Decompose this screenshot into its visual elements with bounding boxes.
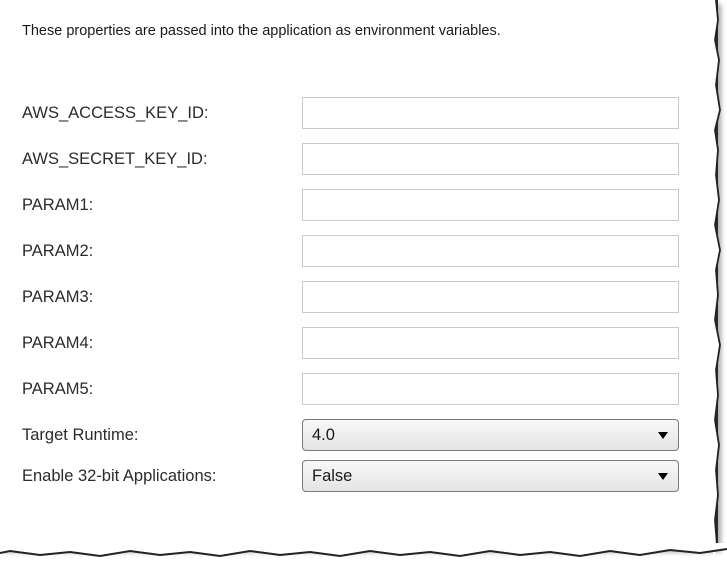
torn-edge-right bbox=[713, 0, 721, 567]
panel-description: These properties are passed into the app… bbox=[22, 23, 501, 39]
chevron-down-icon bbox=[658, 473, 668, 480]
param4-input[interactable] bbox=[302, 327, 679, 359]
enable-32bit-select[interactable]: False bbox=[302, 460, 679, 492]
param5-label: PARAM5: bbox=[22, 380, 94, 398]
aws-secret-key-id-input[interactable] bbox=[302, 143, 679, 175]
param3-input[interactable] bbox=[302, 281, 679, 313]
enable-32bit-label: Enable 32-bit Applications: bbox=[22, 467, 217, 485]
properties-panel: These properties are passed into the app… bbox=[0, 0, 718, 548]
target-runtime-select[interactable]: 4.0 bbox=[302, 419, 679, 451]
aws-access-key-id-label: AWS_ACCESS_KEY_ID: bbox=[22, 104, 209, 122]
target-runtime-label: Target Runtime: bbox=[22, 426, 139, 444]
chevron-down-icon bbox=[658, 432, 668, 439]
param3-label: PARAM3: bbox=[22, 288, 94, 306]
target-runtime-value: 4.0 bbox=[312, 426, 335, 444]
param5-input[interactable] bbox=[302, 373, 679, 405]
aws-access-key-id-input[interactable] bbox=[302, 97, 679, 129]
torn-edge-bottom bbox=[0, 543, 727, 558]
enable-32bit-value: False bbox=[312, 467, 353, 485]
param2-label: PARAM2: bbox=[22, 242, 94, 260]
param1-label: PARAM1: bbox=[22, 196, 94, 214]
param2-input[interactable] bbox=[302, 235, 679, 267]
aws-secret-key-id-label: AWS_SECRET_KEY_ID: bbox=[22, 150, 208, 168]
param4-label: PARAM4: bbox=[22, 334, 94, 352]
param1-input[interactable] bbox=[302, 189, 679, 221]
